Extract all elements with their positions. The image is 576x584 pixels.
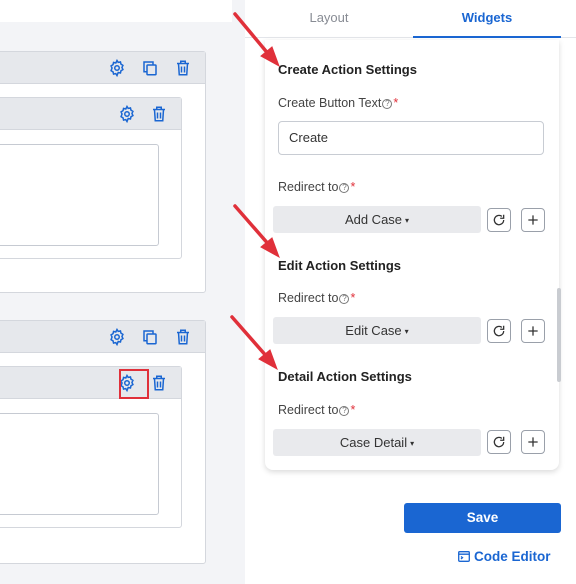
sidebar-divider [232,0,245,584]
create-redirect-label: Redirect to? * [278,180,355,194]
inner-widget-2[interactable] [0,366,182,528]
required-mark: * [350,403,356,417]
label-text: Redirect to [278,180,339,194]
help-icon[interactable]: ? [339,406,350,416]
refresh-button[interactable] [487,430,511,454]
caret-down-icon: ▾ [410,439,415,448]
container-widget-2[interactable] [0,320,206,564]
gear-icon[interactable] [108,59,126,77]
help-icon[interactable]: ? [339,183,350,193]
refresh-button[interactable] [487,319,511,343]
gear-icon[interactable] [118,105,136,123]
trash-icon[interactable] [150,374,168,392]
select-value: Edit Case [345,323,402,338]
copy-icon[interactable] [141,328,159,346]
save-button[interactable]: Save [404,503,561,533]
container-widget-1[interactable] [0,51,206,293]
label-text: Redirect to [278,403,339,417]
plus-icon [528,437,538,447]
required-mark: * [393,96,399,110]
create-action-settings-title: Create Action Settings [278,62,417,77]
tab-layout[interactable]: Layout [245,0,413,38]
label-text: Redirect to [278,291,339,305]
help-icon[interactable]: ? [339,294,350,304]
code-editor-icon [458,551,470,562]
help-icon[interactable]: ? [382,99,393,109]
inner-widget-1-header [0,98,181,130]
detail-redirect-label: Redirect to? * [278,403,355,417]
code-editor-link[interactable]: Code Editor [458,549,551,564]
widget-content-box[interactable] [0,144,159,246]
highlight-box [119,369,149,399]
create-redirect-select[interactable]: Add Case ▾ [273,206,481,233]
required-mark: * [350,291,356,305]
copy-icon[interactable] [141,59,159,77]
create-button-text-input[interactable]: Create [278,121,544,155]
sidebar-tabs: Layout Widgets [245,0,576,38]
caret-down-icon: ▾ [405,216,410,225]
trash-icon[interactable] [174,328,192,346]
edit-redirect-select[interactable]: Edit Case ▾ [273,317,481,344]
inner-widget-1[interactable] [0,97,182,259]
edit-redirect-label: Redirect to? * [278,291,355,305]
widget-content-box[interactable] [0,413,159,515]
inner-widget-2-header [0,367,181,399]
trash-icon[interactable] [150,105,168,123]
add-button[interactable] [521,430,545,454]
add-button[interactable] [521,208,545,232]
trash-icon[interactable] [174,59,192,77]
refresh-icon [493,436,505,448]
label-text: Create Button Text [278,96,382,110]
refresh-button[interactable] [487,208,511,232]
canvas-top-strip [0,0,232,22]
plus-icon [528,215,538,225]
container-widget-1-header [0,52,205,84]
detail-action-settings-title: Detail Action Settings [278,369,412,384]
select-value: Add Case [344,212,403,227]
settings-scrollbar[interactable] [557,288,561,382]
required-mark: * [350,180,356,194]
code-editor-label: Code Editor [474,549,551,564]
create-button-text-label: Create Button Text? * [278,96,398,110]
tab-widgets[interactable]: Widgets [413,0,561,38]
container-widget-2-header [0,321,205,353]
refresh-icon [493,325,505,337]
detail-redirect-select[interactable]: Case Detail ▾ [273,429,481,456]
designer-canvas [0,0,232,584]
caret-down-icon: ▾ [404,327,409,336]
select-value: Case Detail [339,435,408,450]
refresh-icon [493,214,505,226]
gear-icon[interactable] [108,328,126,346]
plus-icon [528,326,538,336]
edit-action-settings-title: Edit Action Settings [278,258,402,273]
add-button[interactable] [521,319,545,343]
